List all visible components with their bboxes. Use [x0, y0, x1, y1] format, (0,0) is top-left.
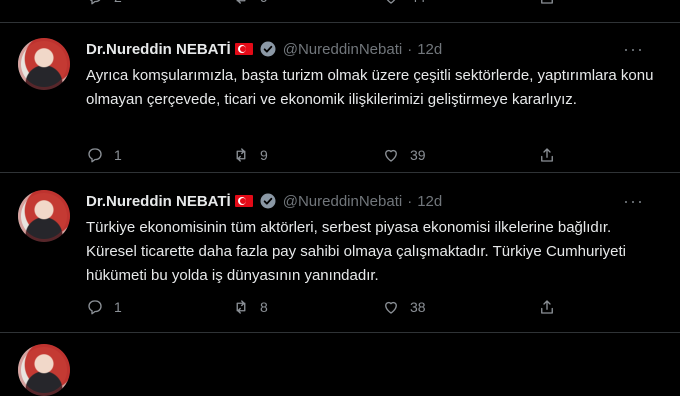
- reply-icon: [88, 300, 102, 315]
- like-button[interactable]: 39: [382, 146, 426, 164]
- author-handle[interactable]: @NureddinNebati: [283, 193, 402, 210]
- reply-icon: [88, 148, 102, 163]
- like-icon: [385, 149, 397, 162]
- avatar[interactable]: [18, 344, 70, 396]
- tweet-text: Türkiye ekonomisinin tüm aktörleri, serb…: [86, 219, 626, 284]
- avatar[interactable]: [18, 38, 70, 90]
- verified-icon: [260, 41, 276, 57]
- turkey-flag-icon: [234, 195, 253, 207]
- retweet-button[interactable]: 9: [232, 146, 268, 164]
- like-button[interactable]: 44: [382, 0, 426, 6]
- more-icon[interactable]: ···: [623, 39, 644, 60]
- share-button[interactable]: [538, 146, 556, 164]
- next-tweet-peek: [0, 336, 680, 396]
- divider: [0, 332, 680, 333]
- retweet-icon: [236, 300, 246, 314]
- previous-tweet-actions: 2 9 44: [0, 0, 680, 12]
- like-button[interactable]: 38: [382, 298, 426, 316]
- avatar[interactable]: [18, 190, 70, 242]
- tweet[interactable]: Dr.Nureddin NEBATİ @NureddinNebati · 12d…: [0, 22, 680, 172]
- separator-dot: ·: [407, 192, 413, 210]
- like-count: 44: [410, 0, 426, 5]
- reply-button[interactable]: 1: [86, 298, 122, 316]
- author-name[interactable]: Dr.Nureddin NEBATİ: [86, 193, 231, 210]
- reply-count: 1: [114, 147, 122, 163]
- retweet-button[interactable]: 8: [232, 298, 268, 316]
- share-button[interactable]: [538, 298, 556, 316]
- like-icon: [385, 301, 397, 314]
- retweet-count: 9: [260, 0, 268, 5]
- tweet-header: Dr.Nureddin NEBATİ @NureddinNebati · 12d: [86, 192, 442, 210]
- reply-count: 2: [114, 0, 122, 5]
- reply-button[interactable]: 2: [86, 0, 122, 6]
- retweet-icon: [236, 0, 246, 4]
- turkey-flag-icon: [234, 43, 253, 55]
- more-icon[interactable]: ···: [623, 191, 644, 212]
- tweet[interactable]: Dr.Nureddin NEBATİ @NureddinNebati · 12d…: [0, 172, 680, 332]
- author-name[interactable]: Dr.Nureddin NEBATİ: [86, 41, 231, 58]
- tweet-time[interactable]: 12d: [417, 193, 442, 210]
- tweet-time[interactable]: 12d: [417, 41, 442, 58]
- share-icon: [541, 300, 553, 314]
- reply-icon: [89, 0, 101, 5]
- reply-count: 1: [114, 299, 122, 315]
- tweet-header: Dr.Nureddin NEBATİ @NureddinNebati · 12d: [86, 40, 442, 58]
- tweet-text: Ayrıca komşularımızla, başta turizm olma…: [86, 67, 654, 108]
- retweet-button[interactable]: 9: [232, 0, 268, 6]
- share-icon: [541, 148, 553, 162]
- retweet-icon: [236, 148, 246, 162]
- retweet-count: 9: [260, 147, 268, 163]
- share-button[interactable]: [538, 0, 556, 6]
- verified-icon: [260, 193, 276, 209]
- reply-button[interactable]: 1: [86, 146, 122, 164]
- like-count: 39: [410, 147, 426, 163]
- like-icon: [386, 0, 396, 4]
- share-icon: [541, 0, 553, 4]
- author-handle[interactable]: @NureddinNebati: [283, 41, 402, 58]
- separator-dot: ·: [407, 40, 413, 58]
- like-count: 38: [410, 299, 426, 315]
- retweet-count: 8: [260, 299, 268, 315]
